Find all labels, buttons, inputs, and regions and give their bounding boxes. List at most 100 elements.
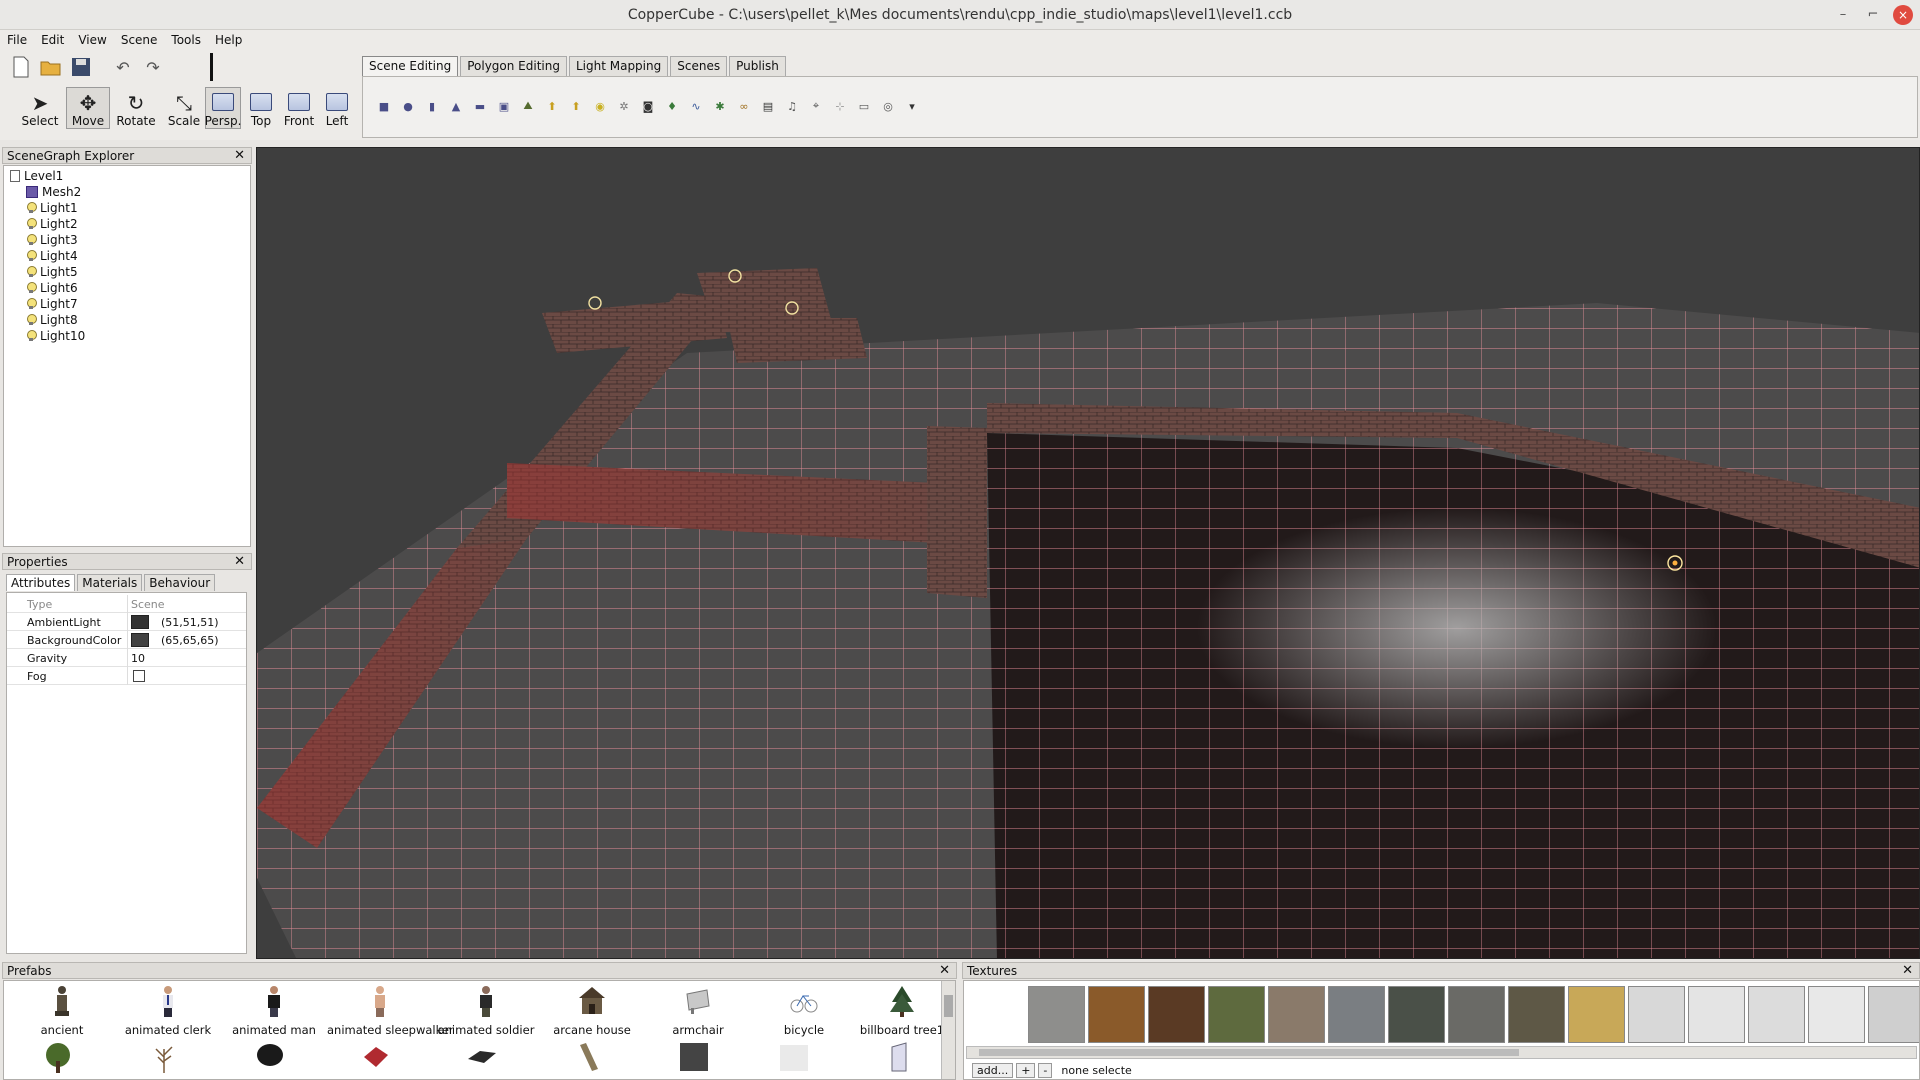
move-tool-button[interactable]: ✥ Move — [66, 87, 110, 129]
prefab-item[interactable]: animated clerk — [115, 984, 221, 1037]
gravity-value[interactable]: 10 — [131, 652, 145, 665]
select-tool-button[interactable]: ➤ Select — [18, 87, 62, 129]
billboard-icon[interactable]: ♦ — [663, 97, 681, 115]
open-icon[interactable] — [38, 54, 64, 80]
terrain-icon[interactable]: ⛰ — [519, 97, 537, 115]
tree-icon[interactable] — [42, 1041, 74, 1075]
texture-thumbnail[interactable] — [1088, 986, 1145, 1043]
undo-icon[interactable]: ↶ — [110, 54, 136, 80]
plank-icon[interactable] — [572, 1041, 604, 1075]
close-icon[interactable]: ✕ — [939, 963, 950, 978]
tree-item-light4[interactable]: Light4 — [26, 248, 78, 264]
skybox-icon[interactable]: ▣ — [495, 97, 513, 115]
tab-scene-editing[interactable]: Scene Editing — [362, 56, 459, 76]
tree-item-light8[interactable]: Light8 — [26, 312, 78, 328]
fog-checkbox[interactable] — [133, 670, 145, 682]
more-dropdown-icon[interactable]: ▾ — [903, 97, 921, 115]
tree-item-light2[interactable]: Light2 — [26, 216, 78, 232]
tree-item-light10[interactable]: Light10 — [26, 328, 85, 344]
cylinder-icon[interactable]: ▮ — [423, 97, 441, 115]
tree-item-light7[interactable]: Light7 — [26, 296, 78, 312]
scrollbar-thumb[interactable] — [979, 1049, 1519, 1056]
texture-thumbnail[interactable] — [1748, 986, 1805, 1043]
sphere-icon[interactable]: ● — [399, 97, 417, 115]
save-icon[interactable] — [68, 54, 94, 80]
texture-thumbnail[interactable] — [1388, 986, 1445, 1043]
game-ai-icon[interactable]: ◎ — [879, 97, 897, 115]
menu-help[interactable]: Help — [208, 30, 249, 47]
plus-button[interactable]: + — [1016, 1062, 1036, 1078]
cube-icon[interactable]: ■ — [375, 97, 393, 115]
tab-materials[interactable]: Materials — [77, 574, 143, 591]
smoke-icon[interactable] — [254, 1041, 286, 1075]
close-icon[interactable]: × — [1893, 5, 1913, 25]
top-view-button[interactable]: Top — [243, 87, 279, 129]
menu-scene[interactable]: Scene — [114, 30, 165, 47]
tab-polygon-editing[interactable]: Polygon Editing — [460, 56, 567, 76]
import-animated-icon[interactable]: ⬆ — [567, 97, 585, 115]
water-icon[interactable]: ∿ — [687, 97, 705, 115]
texture-thumbnail[interactable] — [1568, 986, 1625, 1043]
tree-item-light3[interactable]: Light3 — [26, 232, 78, 248]
close-icon[interactable]: ✕ — [234, 554, 245, 569]
prefab-item[interactable]: animated man — [221, 984, 327, 1037]
close-icon[interactable]: ✕ — [234, 148, 245, 163]
tree-item-light5[interactable]: Light5 — [26, 264, 78, 280]
prefab-item[interactable]: animated soldier — [433, 984, 539, 1037]
tab-behaviour[interactable]: Behaviour — [144, 574, 216, 591]
color-swatch[interactable] — [131, 633, 149, 647]
tab-attributes[interactable]: Attributes — [6, 574, 76, 591]
tree-item-light6[interactable]: Light6 — [26, 280, 78, 296]
property-row-backgroundcolor[interactable]: BackgroundColor (65,65,65) — [7, 631, 246, 649]
tab-publish[interactable]: Publish — [729, 56, 786, 76]
menu-tools[interactable]: Tools — [164, 30, 208, 47]
texture-thumbnail[interactable] — [1328, 986, 1385, 1043]
camera-icon[interactable]: ◙ — [639, 97, 657, 115]
tree-root[interactable]: Level1 — [10, 168, 63, 184]
plane-icon[interactable]: ▬ — [471, 97, 489, 115]
textures-scrollbar[interactable] — [966, 1046, 1917, 1059]
menu-file[interactable]: File — [0, 30, 34, 47]
texture-thumbnail[interactable] — [1508, 986, 1565, 1043]
cone-icon[interactable]: ▲ — [447, 97, 465, 115]
texture-thumbnail[interactable] — [1688, 986, 1745, 1043]
texture-thumbnail[interactable] — [1208, 986, 1265, 1043]
property-row-ambientlight[interactable]: AmbientLight (51,51,51) — [7, 613, 246, 631]
texture-thumbnail[interactable] — [1808, 986, 1865, 1043]
white-panel-icon[interactable] — [778, 1041, 810, 1075]
light-icon[interactable]: ◉ — [591, 97, 609, 115]
dark-panel-icon[interactable] — [678, 1041, 710, 1075]
dark-slab-icon[interactable] — [466, 1041, 498, 1075]
path-icon[interactable]: ∞ — [735, 97, 753, 115]
color-swatch[interactable] — [131, 615, 149, 629]
property-row-gravity[interactable]: Gravity 10 — [7, 649, 246, 667]
prefab-item[interactable]: bicycle — [751, 984, 857, 1037]
3d-viewport[interactable] — [256, 147, 1920, 959]
prefab-item[interactable]: armchair — [645, 984, 751, 1037]
redo-icon[interactable]: ↷ — [140, 54, 166, 80]
tab-scenes[interactable]: Scenes — [670, 56, 728, 76]
grid-icon[interactable]: ⊹ — [831, 97, 849, 115]
prefabs-scrollbar[interactable] — [941, 981, 955, 1079]
texture-thumbnail[interactable] — [1448, 986, 1505, 1043]
scale-tool-button[interactable]: ⤡ Scale — [162, 87, 206, 129]
tree-item-light1[interactable]: Light1 — [26, 200, 78, 216]
red-cushion-icon[interactable] — [360, 1041, 392, 1075]
prefab-item[interactable]: ancient — [9, 984, 115, 1037]
door-icon[interactable] — [884, 1041, 916, 1075]
tab-light-mapping[interactable]: Light Mapping — [568, 56, 669, 76]
minus-button[interactable]: - — [1038, 1062, 1053, 1078]
perspective-view-button[interactable]: Persp. — [205, 87, 241, 129]
overlay-2d-icon[interactable]: ▤ — [759, 97, 777, 115]
new-icon[interactable] — [8, 54, 34, 80]
texture-thumbnail[interactable] — [1628, 986, 1685, 1043]
left-view-button[interactable]: Left — [319, 87, 355, 129]
waypoint-icon[interactable]: ⌖ — [807, 97, 825, 115]
tree-icon[interactable]: ✱ — [711, 97, 729, 115]
front-view-button[interactable]: Front — [281, 87, 317, 129]
texture-thumbnail[interactable] — [1148, 986, 1205, 1043]
rotate-tool-button[interactable]: ↻ Rotate — [114, 87, 158, 129]
sound-icon[interactable]: ♫ — [783, 97, 801, 115]
text-icon[interactable]: ▭ — [855, 97, 873, 115]
menu-view[interactable]: View — [71, 30, 113, 47]
